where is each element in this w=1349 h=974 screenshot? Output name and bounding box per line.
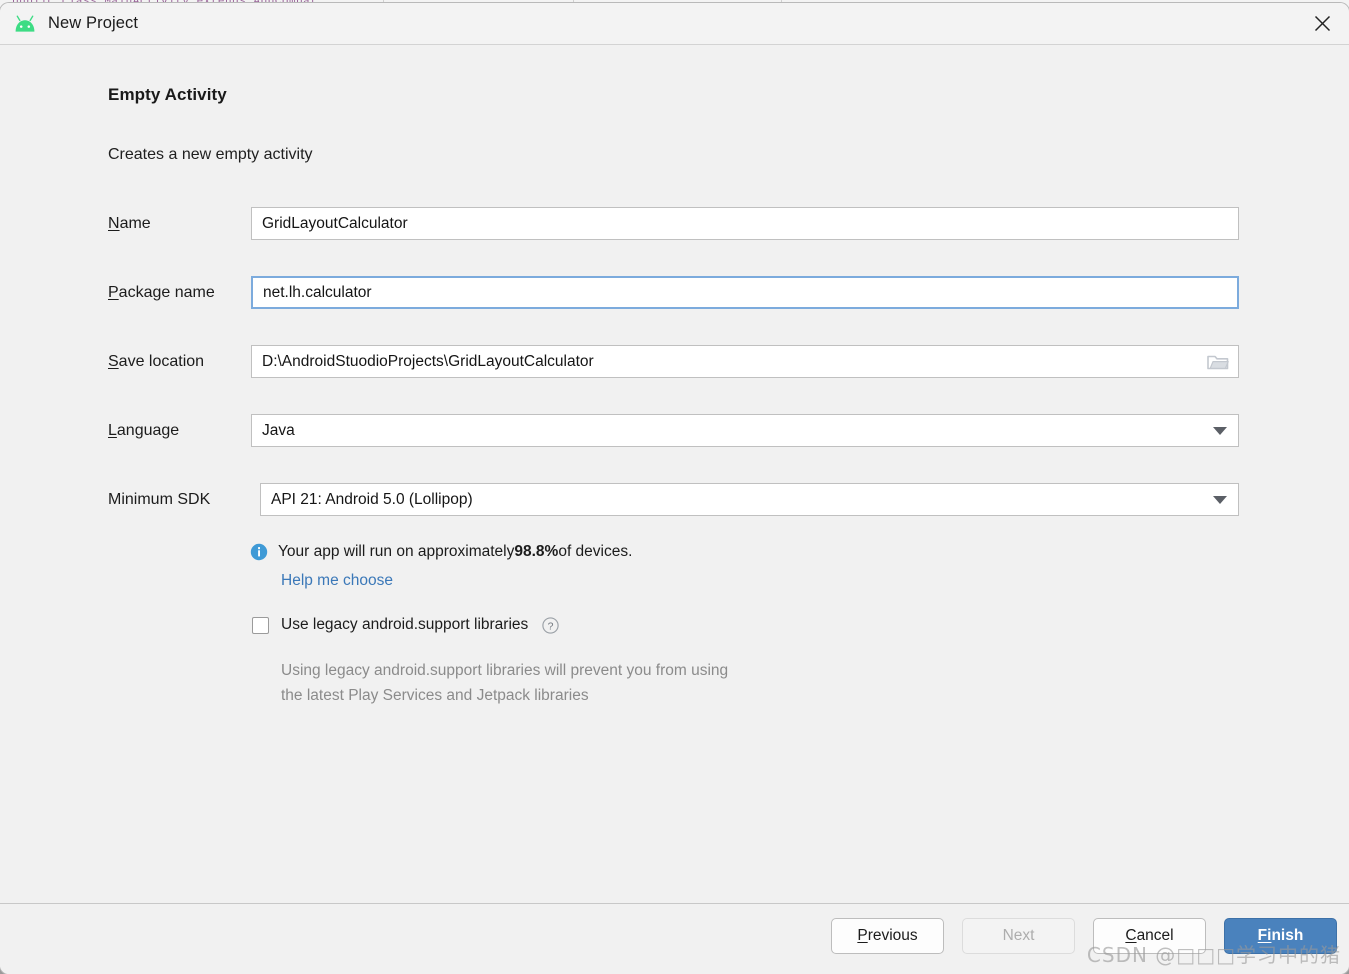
save-location-field-wrap: D:\AndroidStuodioProjects\GridLayoutCalc…	[251, 345, 1239, 378]
language-label-mnemonic: L	[108, 421, 117, 439]
svg-text:?: ?	[548, 620, 554, 632]
language-field-wrap: Java	[251, 414, 1239, 447]
name-label: Name	[108, 214, 151, 232]
name-input-value: GridLayoutCalculator	[262, 214, 408, 232]
legacy-libraries-hint-line2: the latest Play Services and Jetpack lib…	[281, 687, 589, 704]
language-select[interactable]: Java	[251, 414, 1239, 447]
language-select-value: Java	[262, 421, 295, 439]
page-title: Empty Activity	[108, 85, 227, 104]
package-name-label: Package name	[108, 283, 215, 301]
chevron-down-icon	[1213, 426, 1227, 435]
name-input[interactable]: GridLayoutCalculator	[251, 207, 1239, 240]
package-name-input-value: net.lh.calculator	[263, 283, 372, 301]
form-row-save-location: Save location D:\AndroidStuodioProjects\…	[108, 345, 1239, 378]
save-location-label: Save location	[108, 352, 205, 370]
minimum-sdk-select[interactable]: API 21: Android 5.0 (Lollipop)	[260, 483, 1239, 516]
dialog-content: Empty Activity Creates a new empty activ…	[0, 45, 1349, 905]
device-coverage-text-before: Your app will run on approximately	[278, 543, 515, 560]
legacy-libraries-hint-line1: Using legacy android.support libraries w…	[281, 662, 729, 679]
minimum-sdk-select-value: API 21: Android 5.0 (Lollipop)	[271, 490, 473, 508]
device-coverage-percent: 98.8%	[514, 543, 559, 560]
legacy-libraries-row: Use legacy android.support libraries ?	[252, 616, 559, 634]
legacy-libraries-label[interactable]: Use legacy android.support libraries	[281, 616, 528, 634]
page-subtitle: Creates a new empty activity	[108, 146, 313, 163]
form-row-name: Name GridLayoutCalculator	[108, 207, 1239, 240]
device-coverage-text-after: of devices.	[558, 543, 633, 560]
package-name-label-mnemonic: P	[108, 283, 119, 301]
help-me-choose-link[interactable]: Help me choose	[281, 572, 393, 590]
package-name-field-wrap: net.lh.calculator	[251, 276, 1239, 309]
minimum-sdk-field-wrap: API 21: Android 5.0 (Lollipop)	[260, 483, 1239, 516]
finish-button[interactable]: Fi nish	[1224, 918, 1337, 954]
save-location-label-mnemonic: S	[108, 352, 119, 370]
minimum-sdk-label: Minimum SDK	[108, 490, 211, 508]
dialog-button-bar: Previous Next Cancel Fi nish	[831, 918, 1337, 954]
language-label: Language	[108, 421, 180, 439]
dialog-footer: Previous Next Cancel Fi nish	[0, 903, 1349, 974]
close-icon	[1314, 15, 1330, 31]
legacy-libraries-hint: Using legacy android.support libraries w…	[281, 658, 728, 708]
close-button[interactable]	[1295, 3, 1349, 43]
name-field-wrap: GridLayoutCalculator	[251, 207, 1239, 240]
previous-button[interactable]: Previous	[831, 918, 944, 954]
legacy-libraries-checkbox[interactable]	[252, 616, 269, 634]
save-location-input[interactable]: D:\AndroidStuodioProjects\GridLayoutCalc…	[251, 345, 1239, 378]
android-robot-icon	[15, 15, 35, 32]
name-label-mnemonic: N	[108, 214, 120, 232]
chevron-down-icon	[1213, 495, 1227, 504]
new-project-dialog: New Project Empty Activity Creates a new…	[0, 3, 1349, 974]
form-row-language: Language Java	[108, 414, 1239, 447]
question-mark-icon[interactable]: ?	[542, 616, 559, 634]
info-icon	[250, 543, 268, 561]
form-row-minimum-sdk: Minimum SDK API 21: Android 5.0 (Lollipo…	[108, 483, 1239, 516]
folder-icon[interactable]	[1207, 353, 1229, 371]
form-row-package-name: Package name net.lh.calculator	[108, 276, 1239, 309]
device-coverage-info: Your app will run on approximately 98.8%…	[250, 543, 632, 561]
dialog-titlebar: New Project	[0, 3, 1349, 45]
cancel-button[interactable]: Cancel	[1093, 918, 1206, 954]
dialog-title: New Project	[48, 14, 139, 32]
package-name-input[interactable]: net.lh.calculator	[251, 276, 1239, 309]
save-location-input-value: D:\AndroidStuodioProjects\GridLayoutCalc…	[262, 352, 594, 370]
next-button: Next	[962, 918, 1075, 954]
